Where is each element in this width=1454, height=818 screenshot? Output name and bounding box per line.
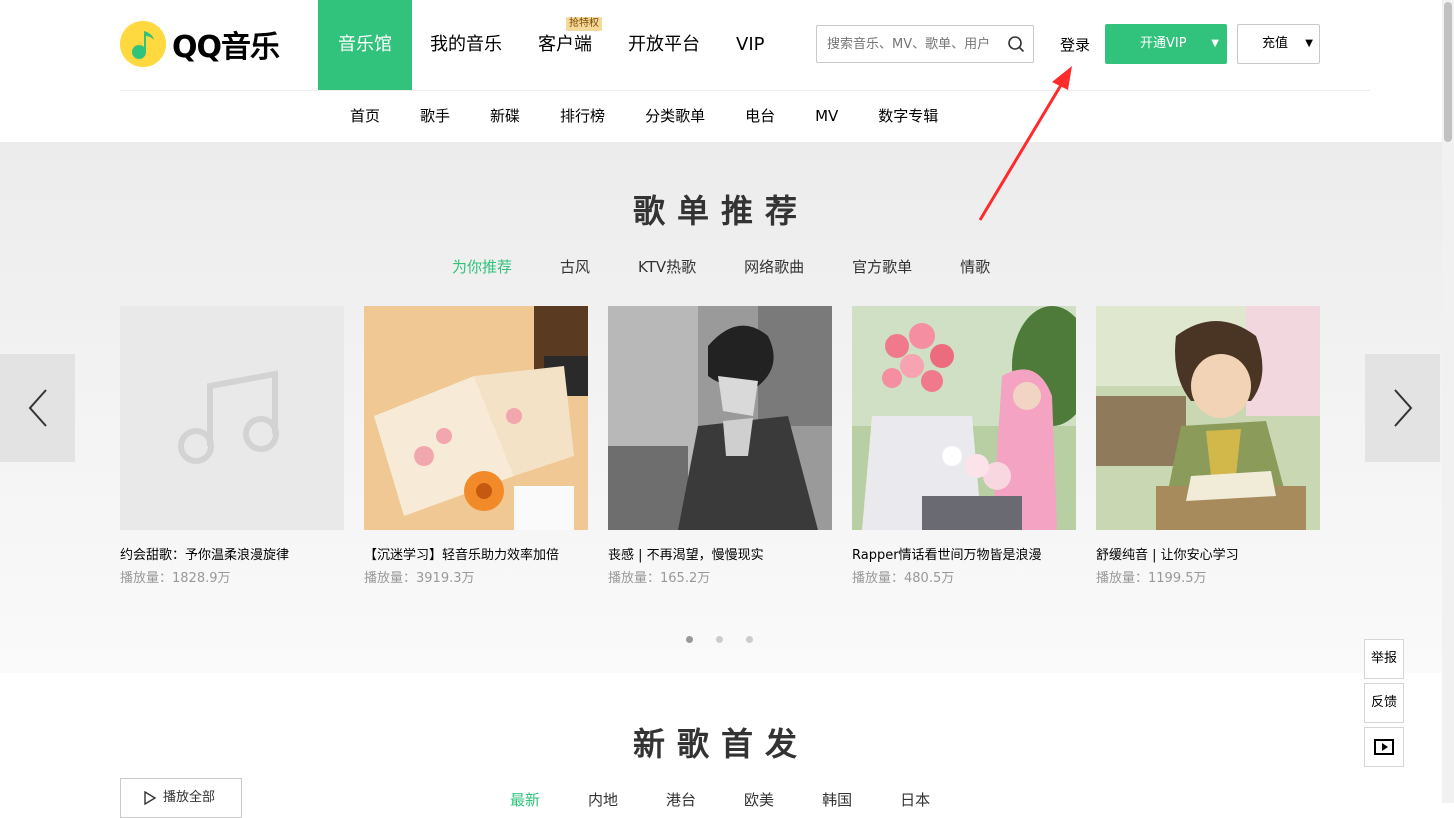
sub-nav: 首页 歌手 新碟 排行榜 分类歌单 电台 MV 数字专辑 xyxy=(350,91,978,141)
section-title: 新歌首发 xyxy=(632,725,809,763)
chevron-right-icon xyxy=(1393,389,1412,427)
report-button[interactable]: 举报 xyxy=(1364,639,1404,679)
chevron-down-icon[interactable]: ▼ xyxy=(1211,24,1219,64)
player-icon xyxy=(1374,739,1394,755)
playlist-recommend-section: 歌单推荐 为你推荐 古风 KTV热歌 网络歌曲 官方歌单 情歌 约会甜歌：予你温… xyxy=(0,142,1454,673)
nav-my-music[interactable]: 我的音乐 xyxy=(412,0,520,90)
music-note-logo-icon xyxy=(120,21,166,67)
tab-japan[interactable]: 日本 xyxy=(900,789,930,810)
playlist-cover[interactable] xyxy=(608,306,832,530)
tab-hk-tw[interactable]: 港台 xyxy=(666,789,696,810)
tab-korea[interactable]: 韩国 xyxy=(822,789,852,810)
playlist-title[interactable]: 丧感 | 不再渴望，慢慢现实 xyxy=(608,544,832,563)
chevron-left-icon xyxy=(28,389,47,427)
playlist-tabs: 为你推荐 古风 KTV热歌 网络歌曲 官方歌单 情歌 xyxy=(452,256,1038,277)
nav-vip[interactable]: VIP xyxy=(718,0,782,90)
subnav-singers[interactable]: 歌手 xyxy=(420,91,450,141)
playlist-cards: 约会甜歌：予你温柔浪漫旋律 播放量：1828.9万 【沉迷学习】轻音乐助力效率加… xyxy=(120,306,1340,586)
playlist-title[interactable]: Rapper情话看世间万物皆是浪漫 xyxy=(852,544,1076,563)
side-tools: 举报 反馈 xyxy=(1364,639,1404,771)
tab-mainland[interactable]: 内地 xyxy=(588,789,618,810)
playlist-card[interactable]: 舒缓纯音 | 让你安心学习 播放量：1199.5万 xyxy=(1096,306,1320,586)
qq-music-logo[interactable]: QQ音乐 xyxy=(120,20,280,68)
nav-music-hall[interactable]: 音乐馆 xyxy=(318,0,412,90)
subnav-digital-albums[interactable]: 数字专辑 xyxy=(878,91,938,141)
subnav-radio[interactable]: 电台 xyxy=(745,91,775,141)
playlist-card[interactable]: 【沉迷学习】轻音乐助力效率加倍 播放量：3919.3万 xyxy=(364,306,588,586)
playlist-cover[interactable] xyxy=(852,306,1076,530)
playlist-title[interactable]: 舒缓纯音 | 让你安心学习 xyxy=(1096,544,1320,563)
login-link[interactable]: 登录 xyxy=(1060,34,1090,55)
playlist-play-count: 播放量：1828.9万 xyxy=(120,571,231,586)
search-icon[interactable] xyxy=(1007,35,1025,53)
chevron-down-icon: ▼ xyxy=(1305,38,1313,49)
playlist-cover[interactable] xyxy=(1096,306,1320,530)
new-songs-tabs: 最新 内地 港台 欧美 韩国 日本 xyxy=(510,789,978,810)
tab-ktv[interactable]: KTV热歌 xyxy=(638,256,696,277)
tab-for-you[interactable]: 为你推荐 xyxy=(452,256,512,277)
feedback-button[interactable]: 反馈 xyxy=(1364,683,1404,723)
anime-boy-image xyxy=(608,306,832,530)
anime-girl-studying-image xyxy=(1096,306,1320,530)
playlist-cover[interactable] xyxy=(120,306,344,530)
subnav-mv[interactable]: MV xyxy=(815,91,838,141)
nav-client[interactable]: 客户端 抢特权 xyxy=(520,0,610,90)
search-input[interactable] xyxy=(817,26,1007,62)
scrollbar-thumb[interactable] xyxy=(1444,2,1452,142)
playlist-play-count: 播放量：3919.3万 xyxy=(364,571,475,586)
section-title: 歌单推荐 xyxy=(632,192,809,230)
playlist-card[interactable]: 丧感 | 不再渴望，慢慢现实 播放量：165.2万 xyxy=(608,306,832,586)
playlist-play-count: 播放量：480.5万 xyxy=(852,571,955,586)
pagination-dot[interactable] xyxy=(686,636,693,643)
player-button[interactable] xyxy=(1364,727,1404,767)
tab-ancient-style[interactable]: 古风 xyxy=(560,256,590,277)
open-vip-label: 开通VIP xyxy=(1140,36,1187,51)
play-all-button[interactable]: 播放全部 xyxy=(120,778,242,818)
open-vip-button[interactable]: 开通VIP ▼ xyxy=(1105,24,1227,64)
privilege-badge: 抢特权 xyxy=(566,17,602,31)
new-songs-section: 新歌首发 播放全部 最新 内地 港台 欧美 韩国 日本 xyxy=(0,673,1454,818)
search-box xyxy=(816,25,1034,63)
recharge-button[interactable]: 充值 ▼ xyxy=(1237,24,1320,64)
astronaut-roses-image xyxy=(852,306,1076,530)
main-nav: 音乐馆 我的音乐 客户端 抢特权 开放平台 VIP xyxy=(318,0,782,90)
carousel-prev-button[interactable] xyxy=(0,354,75,462)
music-note-placeholder-icon xyxy=(178,370,279,464)
tab-western[interactable]: 欧美 xyxy=(744,789,774,810)
site-header: QQ音乐 音乐馆 我的音乐 客户端 抢特权 开放平台 VIP 登录 开通VIP … xyxy=(0,0,1454,142)
playlist-play-count: 播放量：1199.5万 xyxy=(1096,571,1207,586)
pagination-dot[interactable] xyxy=(716,636,723,643)
nav-client-label: 客户端 xyxy=(538,34,592,55)
tab-love-songs[interactable]: 情歌 xyxy=(960,256,990,277)
playlist-play-count: 播放量：165.2万 xyxy=(608,571,711,586)
subnav-home[interactable]: 首页 xyxy=(350,91,380,141)
scrollbar[interactable] xyxy=(1442,0,1454,803)
playlist-cover[interactable] xyxy=(364,306,588,530)
book-flower-image xyxy=(364,306,588,530)
subnav-categories[interactable]: 分类歌单 xyxy=(645,91,705,141)
playlist-card[interactable]: Rapper情话看世间万物皆是浪漫 播放量：480.5万 xyxy=(852,306,1076,586)
subnav-new-albums[interactable]: 新碟 xyxy=(490,91,520,141)
logo-text: QQ音乐 xyxy=(172,30,280,65)
nav-open-platform[interactable]: 开放平台 xyxy=(610,0,718,90)
carousel-next-button[interactable] xyxy=(1365,354,1440,462)
subnav-charts[interactable]: 排行榜 xyxy=(560,91,605,141)
playlist-card[interactable]: 约会甜歌：予你温柔浪漫旋律 播放量：1828.9万 xyxy=(120,306,344,586)
pagination-dot[interactable] xyxy=(746,636,753,643)
tab-official[interactable]: 官方歌单 xyxy=(852,256,912,277)
tab-internet-songs[interactable]: 网络歌曲 xyxy=(744,256,804,277)
play-icon xyxy=(144,790,157,805)
playlist-title[interactable]: 约会甜歌：予你温柔浪漫旋律 xyxy=(120,544,344,563)
recharge-label: 充值 xyxy=(1262,36,1289,51)
playlist-title[interactable]: 【沉迷学习】轻音乐助力效率加倍 xyxy=(364,544,588,563)
carousel-pagination xyxy=(686,636,776,643)
tab-latest[interactable]: 最新 xyxy=(510,789,540,810)
